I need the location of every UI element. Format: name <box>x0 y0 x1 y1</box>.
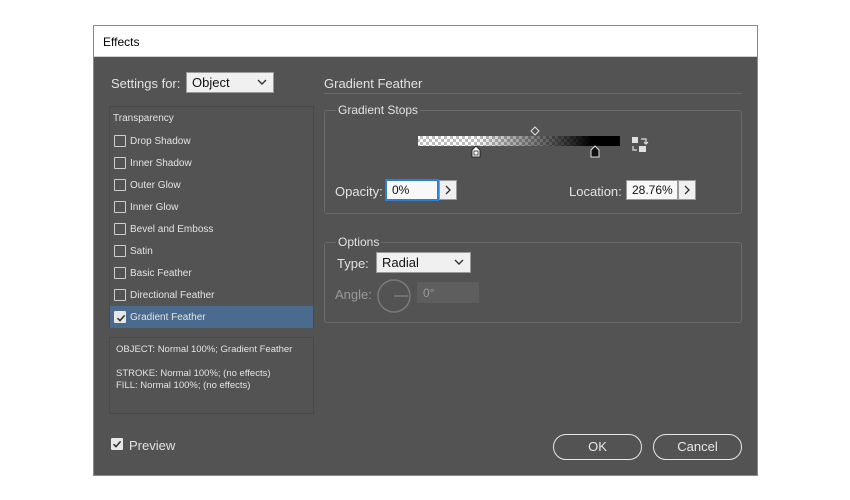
list-item-satin[interactable]: Satin <box>110 240 313 262</box>
list-item-label: Directional Feather <box>130 290 215 301</box>
summary-fill: FILL: Normal 100%; (no effects) <box>116 380 251 391</box>
list-item-label: Outer Glow <box>130 180 181 191</box>
list-item-label: Drop Shadow <box>130 136 191 147</box>
options-title: Options <box>336 235 382 249</box>
settings-for-label: Settings for: <box>111 76 181 91</box>
list-item-inner-glow[interactable]: Inner Glow <box>110 196 313 218</box>
chevron-right-icon <box>684 185 690 195</box>
directional-feather-checkbox[interactable] <box>114 289 126 301</box>
checkmark-icon <box>112 440 122 448</box>
angle-input[interactable]: 0° <box>417 282 479 303</box>
settings-for-dropdown[interactable]: Object <box>186 72 274 93</box>
list-item-label: Gradient Feather <box>130 312 206 323</box>
opacity-label: Opacity: <box>335 184 383 199</box>
type-label: Type: <box>337 256 369 271</box>
panel-title: Gradient Feather <box>324 76 423 91</box>
list-item-bevel-and-emboss[interactable]: Bevel and Emboss <box>110 218 313 240</box>
effects-list: Transparency Drop Shadow Inner Shadow Ou… <box>109 106 314 328</box>
location-value: 28.76% <box>632 183 673 197</box>
opacity-value: 0% <box>392 183 410 197</box>
inner-glow-checkbox[interactable] <box>114 201 126 213</box>
type-dropdown[interactable]: Radial <box>376 252 471 273</box>
outer-glow-checkbox[interactable] <box>114 179 126 191</box>
opacity-stepper-button[interactable] <box>439 180 457 200</box>
title-bar: Effects <box>94 26 757 57</box>
summary-stroke: STROKE: Normal 100%; (no effects) <box>116 368 271 379</box>
preview-label: Preview <box>129 438 176 453</box>
divider <box>324 93 742 94</box>
opacity-input[interactable]: 0% <box>386 180 438 200</box>
checkmark-icon <box>116 314 126 322</box>
list-item-label: Inner Glow <box>130 202 179 213</box>
basic-feather-checkbox[interactable] <box>114 267 126 279</box>
dialog-title: Effects <box>103 35 140 49</box>
effects-dialog: Effects Settings for: Object Transparenc… <box>93 25 758 476</box>
cancel-button[interactable]: Cancel <box>653 434 742 460</box>
gradient-stops-title: Gradient Stops <box>336 103 421 117</box>
list-item-basic-feather[interactable]: Basic Feather <box>110 262 313 284</box>
effects-summary: OBJECT: Normal 100%; Gradient Feather ST… <box>109 337 314 414</box>
chevron-down-icon <box>454 259 464 265</box>
list-item-directional-feather[interactable]: Directional Feather <box>110 284 313 306</box>
chevron-right-icon <box>445 185 451 195</box>
type-value: Radial <box>382 255 419 270</box>
list-item-drop-shadow[interactable]: Drop Shadow <box>110 130 313 152</box>
list-item-label: Basic Feather <box>130 268 192 279</box>
settings-for-value: Object <box>192 75 230 90</box>
list-item-label: Bevel and Emboss <box>130 224 214 235</box>
angle-value: 0° <box>423 286 435 300</box>
reverse-gradient-icon[interactable] <box>631 136 651 154</box>
bevel-and-emboss-checkbox[interactable] <box>114 223 126 235</box>
chevron-down-icon <box>257 79 267 85</box>
gradient-feather-checkbox[interactable] <box>114 311 126 323</box>
inner-shadow-checkbox[interactable] <box>114 157 126 169</box>
gradient-ramp[interactable] <box>414 124 624 160</box>
gradient-stop-end[interactable] <box>590 145 600 158</box>
preview-checkbox[interactable] <box>111 438 123 450</box>
summary-object: OBJECT: Normal 100%; Gradient Feather <box>116 344 293 355</box>
list-item-label: Inner Shadow <box>130 158 192 169</box>
drop-shadow-checkbox[interactable] <box>114 135 126 147</box>
ok-button[interactable]: OK <box>553 434 642 460</box>
midpoint-diamond-icon[interactable] <box>530 126 540 136</box>
list-item-gradient-feather[interactable]: Gradient Feather <box>110 306 313 328</box>
angle-dial-icon[interactable] <box>376 278 412 314</box>
location-stepper-button[interactable] <box>678 180 696 200</box>
angle-label: Angle: <box>335 287 372 302</box>
list-item-label: Satin <box>130 246 153 257</box>
list-item-transparency[interactable]: Transparency <box>113 113 174 124</box>
location-label: Location: <box>569 184 622 199</box>
satin-checkbox[interactable] <box>114 245 126 257</box>
list-item-outer-glow[interactable]: Outer Glow <box>110 174 313 196</box>
list-item-inner-shadow[interactable]: Inner Shadow <box>110 152 313 174</box>
location-input[interactable]: 28.76% <box>626 180 678 200</box>
